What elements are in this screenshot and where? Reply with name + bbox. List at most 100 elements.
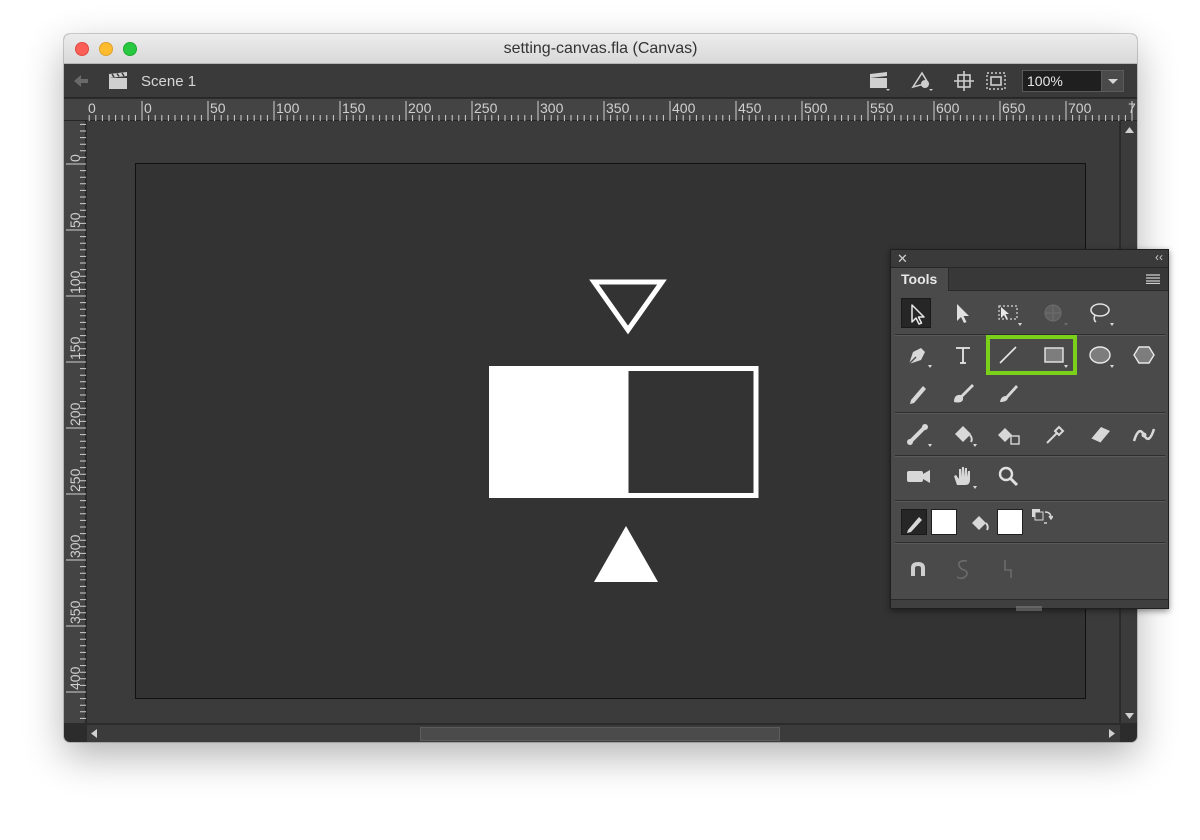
paint-bucket-icon xyxy=(955,426,977,447)
zoom-tool[interactable] xyxy=(993,461,1023,491)
camera-tool[interactable] xyxy=(903,461,933,491)
swap-colors-button[interactable] xyxy=(1031,508,1053,526)
ruler-label: 100 xyxy=(276,100,300,116)
smooth-button[interactable] xyxy=(948,554,978,584)
ruler-label: 300 xyxy=(67,534,83,558)
paint-bucket-icon xyxy=(972,516,989,531)
ruler-label: 650 xyxy=(1002,100,1026,116)
eyedropper-icon xyxy=(1046,425,1065,444)
brush-tool[interactable] xyxy=(948,378,978,408)
ruler-label: 700 xyxy=(1068,100,1092,116)
title-bar: setting-canvas.fla (Canvas) xyxy=(64,34,1137,64)
stroke-color-swatch[interactable] xyxy=(931,509,957,535)
free-transform-icon xyxy=(998,305,1022,326)
ruler-label: 450 xyxy=(738,100,762,116)
horizontal-scrollbar[interactable] xyxy=(87,724,1120,742)
text-icon xyxy=(956,347,970,364)
straighten-icon xyxy=(1004,560,1012,578)
window-title: setting-canvas.fla (Canvas) xyxy=(503,40,698,57)
ruler-label: 7 xyxy=(1128,100,1136,116)
3d-rotation-tool[interactable] xyxy=(1039,298,1069,328)
ruler-label: 550 xyxy=(870,100,894,116)
scene-label[interactable]: Scene 1 xyxy=(141,73,196,90)
text-tool[interactable] xyxy=(948,340,978,370)
ruler-label: 150 xyxy=(342,100,366,116)
snap-center-icon[interactable] xyxy=(952,70,976,92)
bone-icon xyxy=(907,424,932,447)
snap-to-objects-button[interactable] xyxy=(903,554,933,584)
panel-tab-row: Tools xyxy=(891,268,1168,291)
tools-panel: ✕ ‹‹ Tools xyxy=(890,249,1169,611)
magnifier-icon xyxy=(998,466,1019,487)
polystar-icon xyxy=(1133,346,1155,364)
ruler-label: 600 xyxy=(936,100,960,116)
eraser-tool[interactable] xyxy=(1085,419,1115,449)
pencil-icon xyxy=(910,386,926,404)
hand-tool[interactable] xyxy=(948,461,978,491)
ruler-label: 350 xyxy=(67,600,83,624)
ruler-label: 350 xyxy=(606,100,630,116)
ruler-label: 150 xyxy=(67,336,83,360)
subselection-tool[interactable] xyxy=(947,298,977,328)
selection-tool[interactable] xyxy=(901,298,931,328)
clip-stage-icon[interactable] xyxy=(984,70,1008,92)
ruler-label: 50 xyxy=(67,212,83,228)
edit-symbols-icon[interactable] xyxy=(910,70,934,92)
ruler-label: 400 xyxy=(672,100,696,116)
ruler-label: 200 xyxy=(408,100,432,116)
fill-color-toggle[interactable] xyxy=(967,509,993,535)
collapse-panel-icon[interactable]: ‹‹ xyxy=(1155,250,1163,264)
swap-colors-icon xyxy=(1032,509,1053,524)
paint-brush-tool[interactable] xyxy=(993,378,1023,408)
scene-clapper-icon xyxy=(109,72,127,89)
scroll-thumb[interactable] xyxy=(420,727,780,741)
triangle-down-outline[interactable] xyxy=(589,279,667,335)
ruler-label: 250 xyxy=(67,468,83,492)
eyedropper-tool[interactable] xyxy=(1039,419,1069,449)
ink-bottle-tool[interactable] xyxy=(993,419,1023,449)
polystar-tool[interactable] xyxy=(1129,340,1159,370)
straighten-button[interactable] xyxy=(993,554,1023,584)
free-transform-tool[interactable] xyxy=(993,298,1023,328)
width-icon xyxy=(1132,428,1156,442)
zoom-dropdown-button[interactable] xyxy=(1101,71,1123,91)
pen-tool[interactable] xyxy=(903,340,933,370)
eraser-icon xyxy=(1090,427,1110,444)
zoom-select[interactable]: 100% xyxy=(1022,70,1124,92)
hand-icon xyxy=(954,467,977,489)
tool-group-separator xyxy=(895,542,1165,543)
ruler-label: 400 xyxy=(67,666,83,690)
oval-tool[interactable] xyxy=(1085,340,1115,370)
triangle-up-filled[interactable] xyxy=(594,526,658,582)
filled-white-square[interactable] xyxy=(489,366,626,498)
back-arrow-icon[interactable] xyxy=(72,72,90,90)
pencil-tool[interactable] xyxy=(903,378,933,408)
width-tool[interactable] xyxy=(1129,419,1159,449)
tab-tools[interactable]: Tools xyxy=(891,268,949,291)
selection-arrow-icon xyxy=(911,304,925,325)
ruler-label: 0 xyxy=(88,100,96,116)
paint-brush-icon xyxy=(1000,385,1018,402)
pen-icon xyxy=(908,348,932,368)
paint-bucket-tool[interactable] xyxy=(948,419,978,449)
ruler-label: 500 xyxy=(804,100,828,116)
horizontal-ruler[interactable]: 0 0 50 100 150 200 250 300 350 400 450 500 550 600 650… xyxy=(64,99,1137,121)
tool-group-separator xyxy=(895,412,1165,413)
outlined-square[interactable] xyxy=(623,366,759,498)
ruler-label: 50 xyxy=(210,100,226,116)
lasso-icon xyxy=(1090,303,1114,326)
edit-scene-icon[interactable] xyxy=(868,70,892,92)
vertical-ruler[interactable]: 0 50 100 150 200 250 300 350 400 xyxy=(64,121,86,723)
close-panel-icon[interactable]: ✕ xyxy=(897,251,908,267)
bone-tool[interactable] xyxy=(903,419,933,449)
fill-color-swatch[interactable] xyxy=(997,509,1023,535)
lasso-tool[interactable] xyxy=(1085,298,1115,328)
brush-icon xyxy=(954,384,974,403)
edit-bar: Scene 1 100% xyxy=(64,64,1137,98)
stroke-color-toggle[interactable] xyxy=(901,509,927,535)
tool-group-separator xyxy=(895,500,1165,501)
ink-bottle-icon xyxy=(998,428,1020,445)
ruler-label: 300 xyxy=(540,100,564,116)
panel-resize-grip[interactable] xyxy=(891,599,1168,611)
panel-menu-icon[interactable] xyxy=(1146,274,1160,284)
